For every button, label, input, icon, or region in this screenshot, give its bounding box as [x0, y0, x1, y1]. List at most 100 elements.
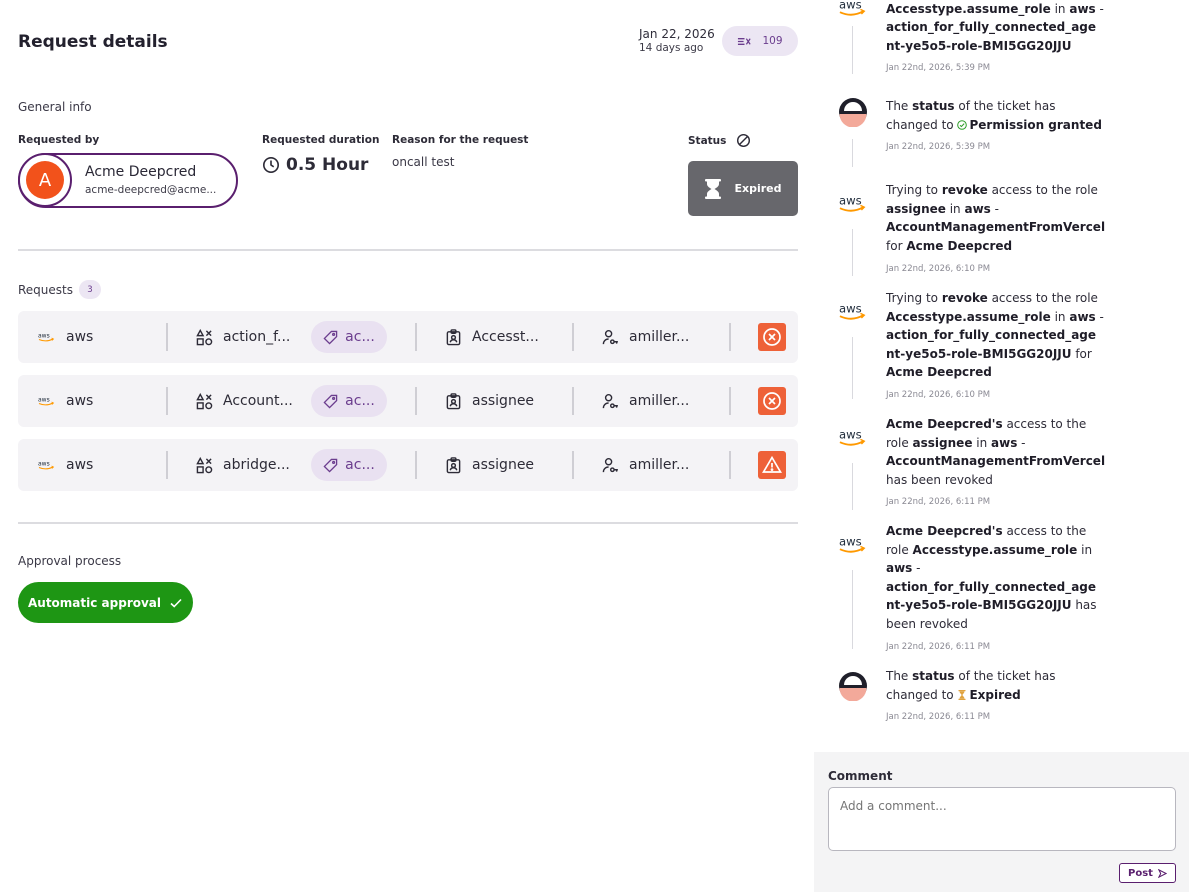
event-text: in — [1077, 542, 1093, 557]
event-timestamp: Jan 22nd, 2026, 6:10 PM — [886, 390, 991, 400]
compare-count-pill[interactable]: 109 — [722, 26, 798, 56]
status-header: Status — [688, 133, 751, 148]
user-cell[interactable]: amiller... — [602, 375, 722, 427]
event-timestamp: Jan 22nd, 2026, 6:11 PM — [886, 642, 991, 652]
event-text: Trying to — [886, 183, 942, 197]
resource-cell[interactable]: Account... — [196, 375, 308, 427]
event-text: - — [1017, 435, 1026, 450]
requester-email: acme-deepcred@acme... — [85, 184, 217, 196]
event-description: Acme Deepcred's access to the role assig… — [886, 415, 1106, 489]
event-text: - — [1095, 309, 1104, 324]
warning-icon — [762, 455, 782, 473]
event-text: in — [972, 435, 992, 450]
event-text: in — [1050, 309, 1070, 324]
provider-name: aws — [66, 457, 94, 473]
post-button[interactable]: Post — [1119, 863, 1176, 883]
role-name: assignee — [472, 457, 535, 473]
requests-label: Requests — [18, 282, 73, 297]
event-text: access to the role — [987, 291, 1098, 305]
tag-text: ac... — [345, 329, 375, 345]
timeline-event: aws Acme Deepcred's access to the role Ac… — [814, 522, 1189, 672]
event-description: Trying to revoke access to the role Acce… — [886, 289, 1106, 382]
provider-name: aws — [66, 393, 94, 409]
event-emphasis: aws — [1069, 1, 1096, 16]
tag-pill[interactable]: ac... — [311, 321, 387, 353]
user-cell[interactable]: amiller... — [602, 311, 722, 363]
event-description: Trying to revoke access to the role assi… — [886, 181, 1106, 255]
requester-card[interactable]: A Acme Deepcred acme-deepcred@acme... — [18, 153, 238, 208]
resource-cell[interactable]: action_f... — [196, 311, 308, 363]
event-text: - — [1095, 1, 1104, 16]
event-emphasis: action_for_fully_connected_age nt-ye5o5-… — [886, 20, 1097, 53]
resource-name: action_f... — [223, 329, 291, 345]
column-separator — [729, 323, 731, 351]
event-text: access to the role — [987, 183, 1098, 197]
timeline-connector — [852, 337, 853, 399]
approval-text: Automatic approval — [27, 595, 162, 610]
event-text: The — [886, 99, 913, 113]
event-emphasis: Acme Deepcred — [886, 365, 992, 379]
event-timestamp: Jan 22nd, 2026, 5:39 PM — [886, 142, 991, 152]
event-emphasis: revoke — [941, 183, 988, 197]
x-circle-icon — [763, 392, 781, 410]
request-row[interactable]: aws aws Account... ac... assignee amiller... — [18, 375, 798, 427]
event-timestamp: Jan 22nd, 2026, 6:10 PM — [886, 264, 991, 274]
event-text: in — [945, 201, 965, 216]
role-cell[interactable]: assignee — [445, 375, 565, 427]
user-key-icon — [602, 393, 629, 410]
bot-avatar-icon — [838, 671, 868, 701]
event-emphasis: AccountManagementFromVercel — [886, 220, 1106, 234]
event-text: The — [886, 669, 913, 683]
compare-count: 109 — [762, 35, 783, 47]
aws-logo-icon: aws — [838, 422, 868, 452]
event-description: The status of the ticket has changed to … — [886, 97, 1106, 134]
event-text: in — [1050, 1, 1070, 16]
event-text: for — [886, 238, 907, 253]
date-relative: 14 days ago — [639, 42, 704, 54]
timeline-connector — [852, 570, 853, 649]
duration-value: 0.5 Hour — [262, 155, 368, 175]
resource-name: Account... — [223, 393, 293, 409]
aws-logo-icon: aws — [38, 395, 66, 407]
column-separator — [166, 323, 168, 351]
tag-icon — [323, 330, 338, 345]
event-emphasis: Acme Deepcred's — [886, 524, 1003, 538]
row-action-button[interactable] — [758, 387, 786, 415]
event-emphasis: status — [912, 99, 955, 113]
check-icon — [170, 598, 182, 608]
user-cell[interactable]: amiller... — [602, 439, 722, 491]
row-action-button[interactable] — [758, 323, 786, 351]
timeline-connector — [852, 229, 853, 276]
role-cell[interactable]: Accesst... — [445, 311, 565, 363]
aws-logo-icon: aws — [838, 188, 868, 218]
tag-pill[interactable]: ac... — [311, 449, 387, 481]
divider — [18, 249, 798, 251]
reason-label: Reason for the request — [392, 134, 529, 146]
request-row[interactable]: aws aws abridge... ac... assignee amiller... — [18, 439, 798, 491]
svg-text:aws: aws — [839, 301, 862, 315]
event-description: Acme Deepcred received the role Accessty… — [886, 0, 1106, 55]
tag-text: ac... — [345, 393, 375, 409]
event-emphasis: assignee — [912, 435, 973, 450]
page-title: Request details — [18, 32, 168, 52]
role-badge-icon — [445, 328, 472, 346]
activity-timeline[interactable]: awsAcme Deepcred received the role Acces… — [814, 0, 1189, 752]
tag-pill[interactable]: ac... — [311, 385, 387, 417]
avatar-letter: A — [26, 161, 64, 199]
comment-input[interactable] — [828, 787, 1176, 851]
event-emphasis: action_for_fully_connected_age nt-ye5o5-… — [886, 328, 1097, 361]
event-emphasis: Accesstype.assume_role — [912, 542, 1078, 557]
automatic-approval-badge: Automatic approval — [18, 582, 193, 623]
general-info-heading: General info — [18, 100, 92, 114]
role-cell[interactable]: assignee — [445, 439, 565, 491]
row-action-button[interactable] — [758, 451, 786, 479]
column-separator — [729, 451, 731, 479]
request-row[interactable]: aws aws action_f... ac... Accesst... amiller.… — [18, 311, 798, 363]
provider-cell: aws aws — [38, 311, 168, 363]
requested-by-label: Requested by — [18, 134, 100, 146]
svg-text:aws: aws — [839, 534, 862, 548]
date-main: Jan 22, 2026 — [639, 27, 715, 41]
event-emphasis: assignee — [886, 201, 946, 216]
svg-text:aws: aws — [38, 461, 50, 468]
resource-cell[interactable]: abridge... — [196, 439, 308, 491]
